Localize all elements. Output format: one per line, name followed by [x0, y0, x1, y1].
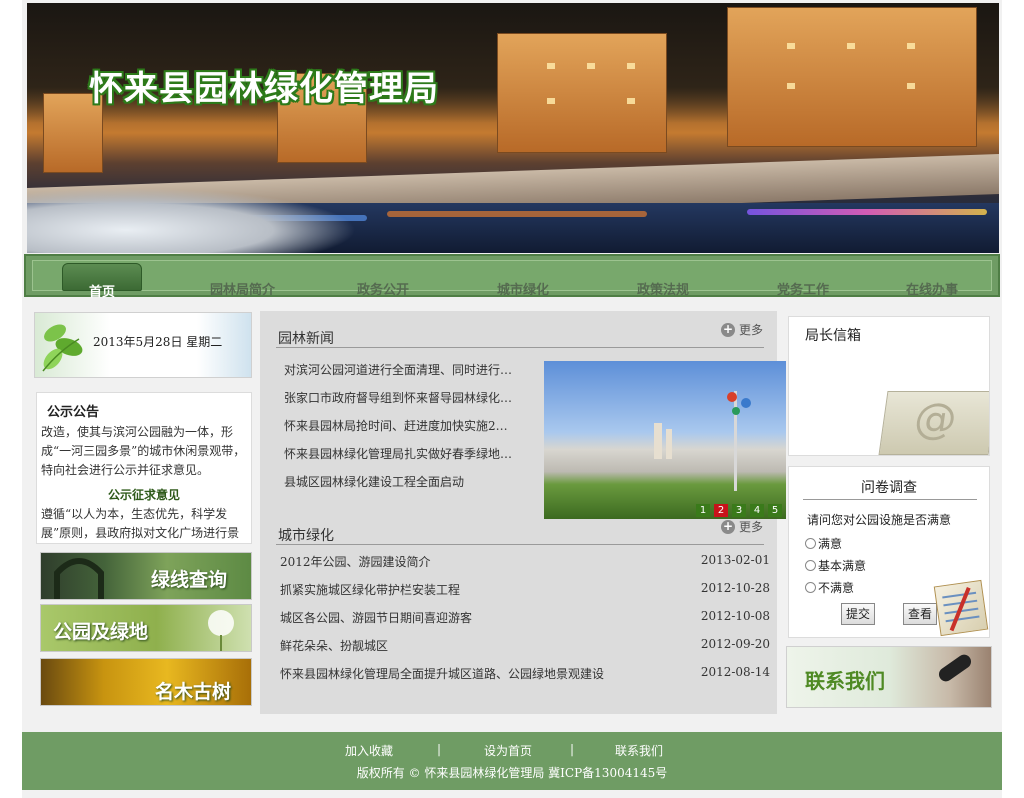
pager-button[interactable]: 4 [750, 504, 764, 517]
contact-us-link[interactable]: 联系我们 [615, 742, 663, 759]
pager-button[interactable]: 3 [732, 504, 746, 517]
pinwheel-icon [727, 392, 751, 415]
footer-separator: | [570, 742, 575, 756]
nav-item-home[interactable]: 首页 [62, 263, 142, 300]
pager-button[interactable]: 1 [696, 504, 710, 517]
radio-button[interactable] [805, 582, 816, 593]
list-item-title: 鲜花朵朵、扮靓城区 [280, 639, 389, 653]
director-mailbox[interactable]: 局长信箱 @ [788, 316, 990, 456]
header-banner: 怀来县园林绿化管理局 [27, 3, 999, 253]
news-item[interactable]: 县城区园林绿化建设工程全面启动 [284, 473, 514, 490]
view-results-button[interactable]: 查看 [903, 603, 937, 625]
banner-label: 名木古树 [155, 681, 232, 703]
plus-icon: + [720, 518, 735, 534]
radio-button[interactable] [805, 560, 816, 571]
list-item-title: 怀来县园林绿化管理局全面提升城区道路、公园绿地景观建设 [280, 667, 605, 681]
survey-option-basically-satisfied[interactable]: 基本满意 [805, 557, 866, 574]
list-item[interactable]: 城区各公园、游园节日期间喜迎游客 2012-10-08 [280, 609, 770, 629]
survey-panel: 问卷调查 请问您对公园设施是否满意 满意 基本满意 不满意 提交 查看 [788, 466, 990, 638]
survey-question: 请问您对公园设施是否满意 [807, 513, 952, 527]
site-title: 怀来县园林绿化管理局 [89, 69, 439, 109]
notepad-icon [933, 579, 989, 637]
list-item-title: 抓紧实施城区绿化带护栏安装工程 [280, 583, 461, 597]
famous-trees-banner[interactable]: 名木古树 [40, 658, 252, 706]
nav-item-label: 首页 [88, 285, 115, 300]
news-item[interactable]: 怀来县园林绿化管理局扎实做好春季绿地管护 [284, 445, 514, 462]
set-homepage-link[interactable]: 设为首页 [484, 742, 532, 759]
mailbox-title: 局长信箱 [805, 328, 861, 344]
nav-item-about[interactable]: 园林局简介 [210, 279, 275, 298]
news-item[interactable]: 怀来县园林局抢时间、赶进度加快实施2013年 [284, 417, 514, 434]
nav-item-policies[interactable]: 政策法规 [637, 279, 689, 298]
list-item-date: 2012-09-20 [700, 637, 770, 651]
nav-item-government[interactable]: 政务公开 [357, 279, 409, 298]
center-content: 园林新闻 + 更多 对滨河公园河道进行全面清理、同时进行绿化 张家口市政府督导组… [260, 311, 786, 714]
list-item-date: 2012-08-14 [700, 665, 770, 679]
notice-title: 公示公告 [47, 405, 100, 420]
main-nav: 首页 园林局简介 政务公开 城市绿化 政策法规 党务工作 在线办事 [24, 254, 1000, 300]
news-slideshow[interactable]: 1 2 3 4 5 [544, 361, 786, 519]
news-item[interactable]: 张家口市政府督导组到怀来督导园林绿化工作 [284, 389, 514, 406]
more-label: 更多 [738, 520, 763, 534]
arch-icon [54, 558, 104, 599]
option-label: 不满意 [818, 581, 855, 595]
leaf-icon [42, 324, 83, 372]
parks-greenland-banner[interactable]: 公园及绿地 [40, 604, 252, 652]
list-item-title: 2012年公园、游园建设简介 [280, 555, 431, 569]
contact-label: 联系我们 [805, 669, 885, 693]
garden-news-title: 园林新闻 [278, 331, 334, 347]
notice-subtext: 遵循“以人为本，生态优先，科学发展”原则，县政府拟对文化广场进行景观 [41, 507, 240, 540]
headset-icon [936, 651, 974, 685]
notice-text: 改造，使其与滨河公园融为一体，形成“一河三园多景”的城市休闲景观带，特向社会进行… [41, 425, 246, 477]
nav-item-city-greening[interactable]: 城市绿化 [497, 279, 549, 298]
survey-option-satisfied[interactable]: 满意 [805, 535, 842, 552]
current-date: 2013年5月28日 星期二 [93, 335, 223, 349]
option-label: 基本满意 [818, 559, 867, 573]
news-item[interactable]: 对滨河公园河道进行全面清理、同时进行绿化 [284, 361, 514, 378]
garden-news-more-link[interactable]: + 更多 [720, 321, 763, 338]
dandelion-icon [208, 610, 234, 651]
submit-button[interactable]: 提交 [841, 603, 875, 625]
footer-separator: | [437, 742, 442, 756]
option-label: 满意 [818, 537, 843, 551]
copyright-text: 版权所有 © 怀来县园林绿化管理局 冀ICP备13004145号 [356, 766, 668, 780]
list-item-date: 2012-10-28 [700, 581, 770, 595]
pager-button[interactable]: 5 [768, 504, 782, 517]
notice-scroller[interactable]: 改造，使其与滨河公园融为一体，形成“一河三园多景”的城市休闲景观带，特向社会进行… [41, 423, 247, 543]
page-wrapper: 怀来县园林绿化管理局 首页 园林局简介 政务公开 城市绿化 政策法规 党务工作 … [22, 0, 1002, 798]
plus-icon: + [720, 321, 735, 337]
list-item[interactable]: 2012年公园、游园建设简介 2013-02-01 [280, 553, 770, 573]
survey-title: 问卷调查 [861, 480, 917, 496]
contact-us-banner[interactable]: 联系我们 [786, 646, 992, 708]
list-item-date: 2013-02-01 [700, 553, 770, 567]
nav-item-online-services[interactable]: 在线办事 [906, 279, 958, 298]
city-greening-title: 城市绿化 [278, 528, 334, 544]
footer: 加入收藏 | 设为首页 | 联系我们 版权所有 © 怀来县园林绿化管理局 冀IC… [22, 732, 1002, 790]
add-favorite-link[interactable]: 加入收藏 [345, 742, 393, 759]
greenline-query-banner[interactable]: 绿线查询 [40, 552, 252, 600]
survey-option-unsatisfied[interactable]: 不满意 [805, 579, 854, 596]
list-item[interactable]: 抓紧实施城区绿化带护栏安装工程 2012-10-28 [280, 581, 770, 601]
envelope-icon: @ [878, 391, 989, 455]
nav-item-party[interactable]: 党务工作 [777, 279, 829, 298]
list-item[interactable]: 鲜花朵朵、扮靓城区 2012-09-20 [280, 637, 770, 657]
list-item[interactable]: 怀来县园林绿化管理局全面提升城区道路、公园绿地景观建设 2012-08-14 [280, 665, 770, 685]
list-item-date: 2012-10-08 [700, 609, 770, 623]
city-greening-more-link[interactable]: + 更多 [720, 518, 763, 535]
slideshow-pager: 1 2 3 4 5 [696, 504, 782, 517]
list-item-title: 城区各公园、游园节日期间喜迎游客 [280, 611, 473, 625]
radio-button[interactable] [805, 538, 816, 549]
date-box: 2013年5月28日 星期二 [34, 312, 252, 378]
banner-label: 绿线查询 [151, 569, 228, 591]
pager-button[interactable]: 2 [714, 504, 728, 517]
notice-subtitle: 公示征求意见 [107, 488, 180, 502]
banner-label: 公园及绿地 [53, 621, 149, 643]
notice-panel: 公示公告 改造，使其与滨河公园融为一体，形成“一河三园多景”的城市休闲景观带，特… [36, 392, 252, 544]
more-label: 更多 [738, 323, 763, 337]
